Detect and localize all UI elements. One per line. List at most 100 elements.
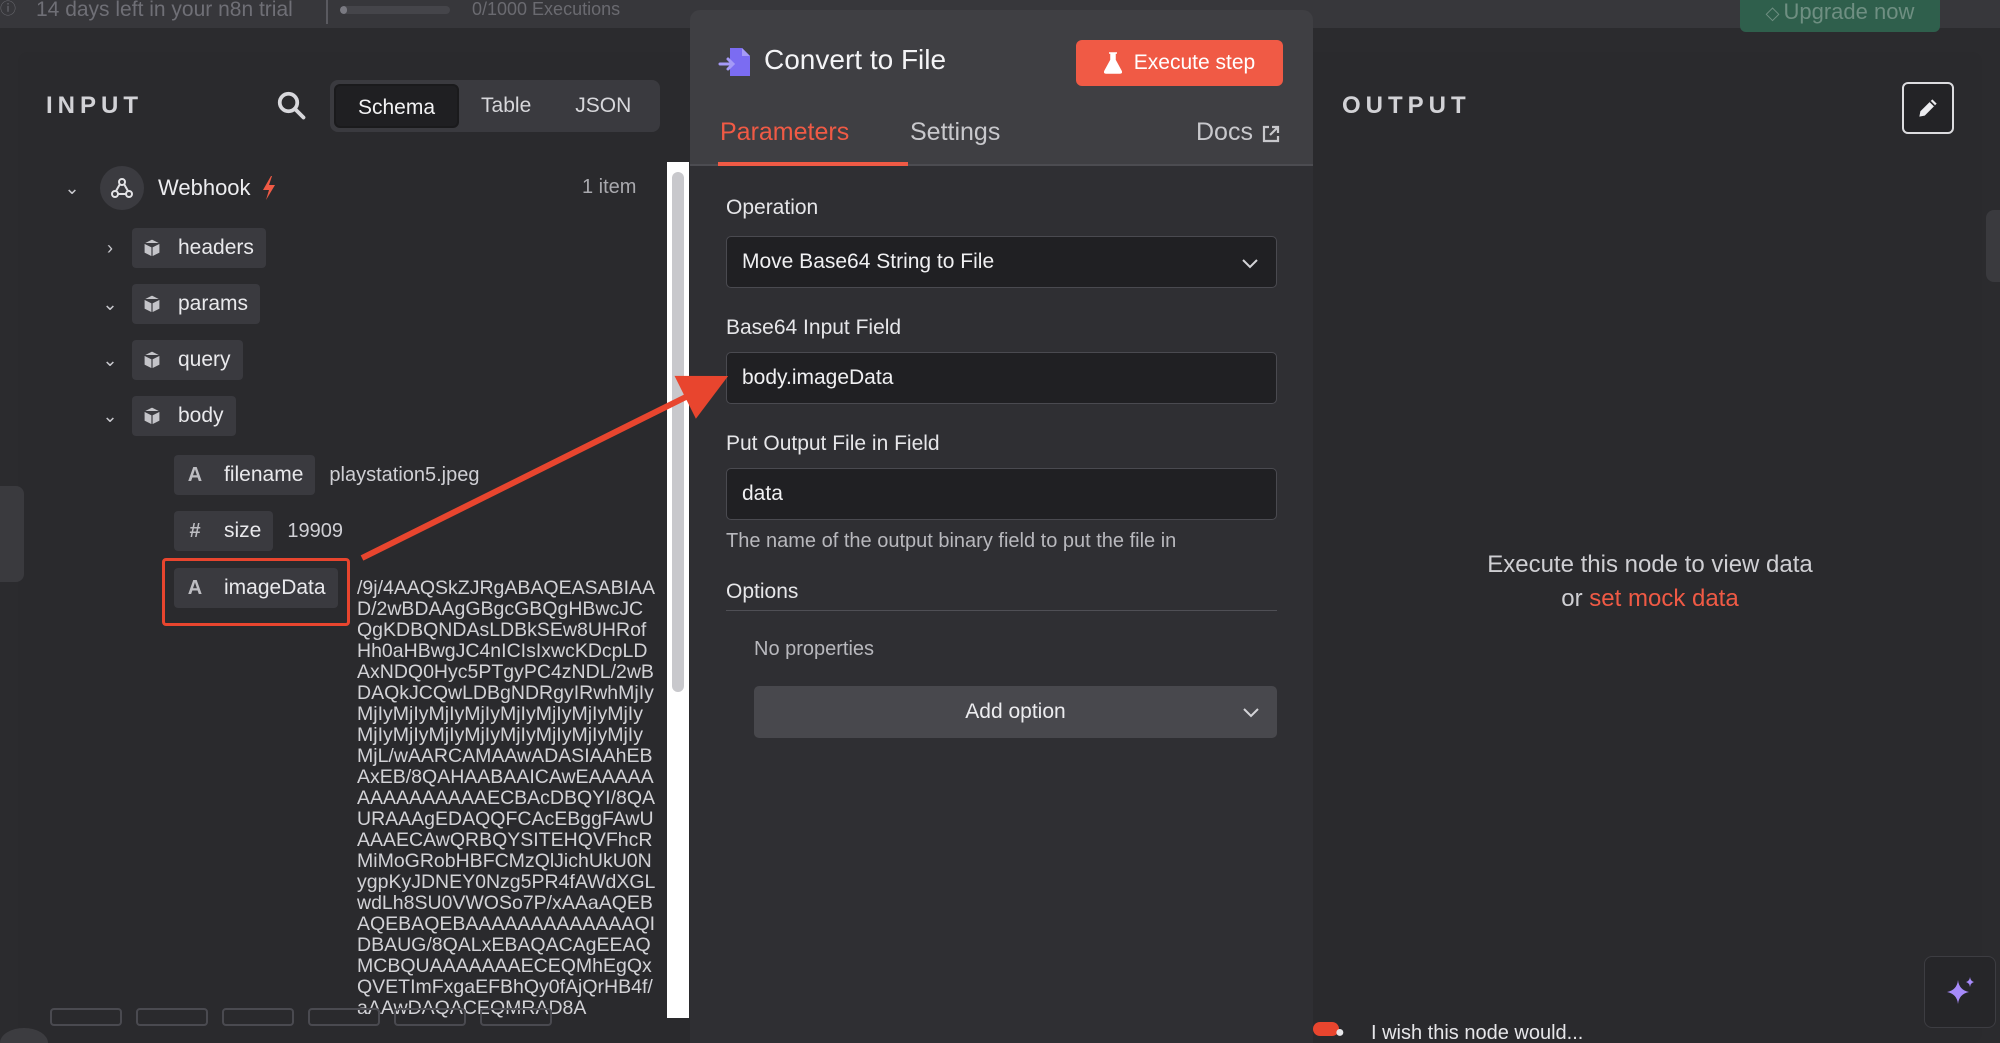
executions-progress-fill [340,6,347,14]
info-icon: ⓘ [0,1,17,18]
schema-field-params[interactable]: ⌄ params [100,284,261,324]
set-mock-data-link[interactable]: set mock data [1589,585,1738,612]
mode-schema-button[interactable]: Schema [334,84,460,128]
number-type-icon: # [189,519,201,542]
output-message-line: Execute this node to view data [1487,551,1813,578]
trial-divider [326,0,328,24]
field-label: filename [224,463,304,486]
parameters-panel: Operation Move Base64 String to File Bas… [690,166,1313,1043]
imagedata-value: /9j/4AAQSkZJRgABAQEASABIAAD/2wBDAAgGBgcG… [357,578,656,1018]
execute-step-label: Execute step [1133,51,1256,74]
right-panel-handle[interactable] [1986,210,2000,282]
schema-field-filename[interactable]: A filename playstation5.jpeg [174,455,480,495]
webhook-node-row[interactable]: ⌄ Webhook [62,166,277,210]
output-field-label: Put Output File in Field [726,432,940,455]
chevron-down-icon[interactable]: ⌄ [100,406,120,426]
input-footer-pills [50,1008,552,1026]
field-value: playstation5.jpeg [329,463,480,486]
executions-progress-bar [340,6,450,14]
input-item-count: 1 item [582,176,637,198]
field-value: 19909 [287,519,343,542]
output-panel-title: OUTPUT [1342,92,1471,119]
base64-input-field[interactable]: body.imageData [726,352,1277,404]
upgrade-button[interactable]: ◇ Upgrade now [1740,0,1940,32]
schema-field-headers[interactable]: › headers [100,228,266,268]
schema-field-body[interactable]: ⌄ body [100,396,236,436]
operation-value: Move Base64 String to File [742,250,995,273]
field-label: size [224,519,262,542]
webhook-icon [100,166,144,210]
sparkle-icon [1947,977,1974,1004]
chevron-right-icon[interactable]: › [100,238,120,258]
trial-days-text: 14 days left in your n8n trial [36,0,293,21]
tab-docs[interactable]: Docs [1196,112,1281,166]
external-link-icon [1262,125,1280,143]
field-pill[interactable]: query [132,340,243,380]
cube-icon [143,294,161,314]
add-option-button[interactable]: Add option [754,686,1277,738]
diamond-icon: ◇ [1765,3,1780,23]
options-divider [726,610,1277,611]
node-settings-card: Convert to File Execute step Parameters … [690,10,1313,1043]
node-tabs: Parameters Settings Docs [690,112,1313,166]
mode-table-button[interactable]: Table [459,84,553,128]
footer-pill[interactable] [222,1008,294,1026]
annotation-highlight-box [162,558,350,626]
footer-pill[interactable] [394,1008,466,1026]
footer-pill[interactable] [50,1008,122,1026]
footer-pill[interactable] [136,1008,208,1026]
chevron-down-icon [1242,259,1258,269]
pencil-icon [1919,99,1937,117]
chevron-down-icon [1243,708,1259,718]
field-pill[interactable]: body [132,396,236,436]
bolt-icon [262,176,275,200]
mode-json-button[interactable]: JSON [553,84,653,128]
output-file-field[interactable]: data [726,468,1277,520]
webhook-node-name: Webhook [158,175,251,200]
cube-icon [143,238,161,258]
field-pill[interactable]: A filename [174,455,316,495]
display-mode-switch: Schema Table JSON [330,80,660,132]
base64-field-label: Base64 Input Field [726,316,902,339]
field-pill[interactable]: # size [174,511,274,551]
field-label: query [178,348,231,371]
footer-pill[interactable] [308,1008,380,1026]
execute-step-button[interactable]: Execute step [1076,40,1283,86]
tab-parameters[interactable]: Parameters [718,112,908,166]
output-message-or: or [1561,585,1590,612]
feedback-text: I wish this node would... [1371,1022,1584,1043]
tab-settings[interactable]: Settings [910,112,1000,166]
edit-output-button[interactable] [1902,82,1954,134]
chevron-down-icon[interactable]: ⌄ [100,350,120,370]
node-title[interactable]: Convert to File [764,44,946,76]
input-panel-title: INPUT [46,92,143,119]
docs-label: Docs [1196,118,1253,146]
field-label: params [178,292,249,315]
schema-field-query[interactable]: ⌄ query [100,340,243,380]
options-label: Options [726,580,799,603]
no-properties-text: No properties [754,638,875,660]
ai-assistant-button[interactable] [1924,956,1996,1028]
executions-count: 0/1000 Executions [472,0,621,19]
input-scrollbar-thumb[interactable] [672,172,684,692]
chevron-down-icon[interactable]: ⌄ [100,294,120,314]
chevron-down-icon[interactable]: ⌄ [62,178,82,198]
feedback-bar[interactable]: ● I wish this node would... [1313,1020,1913,1043]
left-panel-handle[interactable] [0,486,24,582]
field-pill[interactable]: params [132,284,261,324]
base64-field-value: body.imageData [742,366,894,389]
string-type-icon: A [187,463,203,486]
cube-icon [143,406,161,426]
cube-icon [143,350,161,370]
operation-select[interactable]: Move Base64 String to File [726,236,1277,288]
file-convert-icon [718,48,750,76]
footer-pill[interactable] [480,1008,552,1026]
output-message-line-2: or set mock data [1420,582,1880,616]
operation-label: Operation [726,196,819,219]
field-label: body [178,404,224,427]
field-pill[interactable]: headers [132,228,266,268]
lightbulb-icon: ● [1335,1024,1345,1041]
schema-field-size[interactable]: # size 19909 [174,511,343,551]
output-empty-message: Execute this node to view data or set mo… [1420,548,1880,616]
search-icon[interactable] [276,90,306,120]
